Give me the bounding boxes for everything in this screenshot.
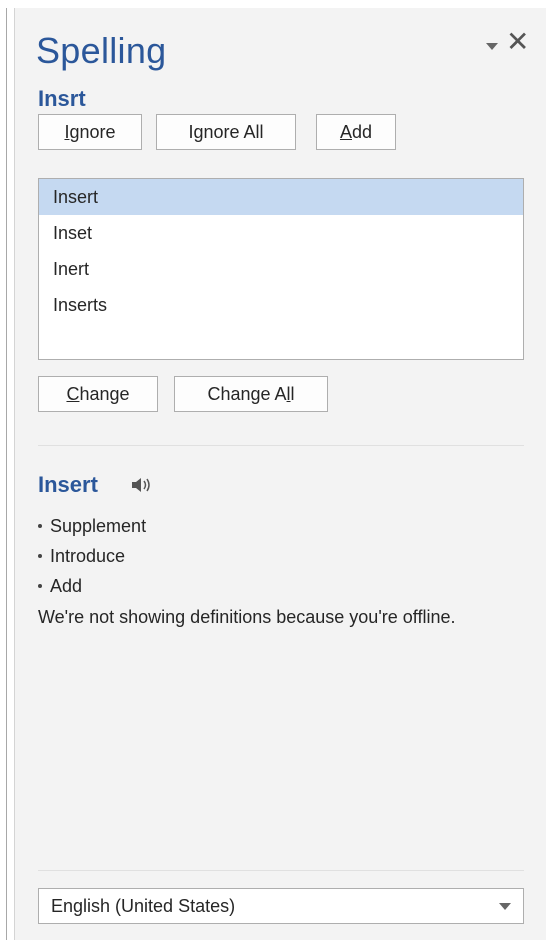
- synonym-item: Introduce: [38, 541, 146, 571]
- ignore-label: gnore: [69, 121, 116, 142]
- synonym-list: Supplement Introduce Add: [38, 511, 146, 601]
- change-accel: C: [66, 383, 80, 404]
- ignore-all-accel: g: [193, 121, 204, 142]
- synonym-text: Introduce: [50, 545, 126, 566]
- bullet-icon: [38, 584, 42, 588]
- change-all-button[interactable]: Change All: [174, 376, 328, 412]
- ignore-all-label: nore All: [203, 121, 264, 142]
- pane-title: Spelling: [36, 30, 167, 71]
- misspelled-word: Insrt: [38, 86, 86, 111]
- section-divider: [38, 870, 524, 871]
- ignore-all-button[interactable]: Ig nore All: [156, 114, 296, 150]
- speaker-icon[interactable]: [130, 475, 156, 495]
- bullet-icon: [38, 524, 42, 528]
- suggestion-item[interactable]: Inert: [39, 251, 523, 287]
- change-all-pre: Change A: [207, 383, 287, 404]
- add-accel: A: [339, 121, 352, 142]
- bullet-icon: [38, 554, 42, 558]
- spelling-pane-content: Spelling ✕ Insrt Ignore Ig nore All Add I…: [14, 8, 546, 940]
- definition-word: Insert: [38, 472, 98, 497]
- ignore-button[interactable]: Ignore: [38, 114, 142, 150]
- suggestion-item[interactable]: Inset: [39, 215, 523, 251]
- chevron-down-icon[interactable]: [484, 38, 500, 54]
- change-label: hange: [79, 383, 130, 404]
- app-window: Spelling ✕ Insrt Ignore Ig nore All Add I…: [0, 0, 546, 940]
- synonym-item: Supplement: [38, 511, 146, 541]
- window-edge: [6, 8, 7, 940]
- add-label: dd: [351, 121, 373, 142]
- suggestion-item[interactable]: Insert: [39, 179, 523, 215]
- change-all-label: l: [290, 383, 295, 404]
- close-icon[interactable]: ✕: [506, 28, 529, 56]
- language-value: English (United States): [51, 895, 236, 916]
- synonym-item: Add: [38, 571, 146, 601]
- suggestion-item[interactable]: Inserts: [39, 287, 523, 323]
- language-select[interactable]: English (United States): [38, 888, 524, 924]
- section-divider: [38, 445, 524, 446]
- chevron-down-icon[interactable]: [499, 903, 511, 910]
- offline-message: We're not showing definitions because yo…: [38, 607, 456, 627]
- suggestions-list[interactable]: Insert Inset Inert Inserts: [38, 178, 524, 360]
- change-button[interactable]: Change: [38, 376, 158, 412]
- synonym-text: Add: [50, 575, 83, 596]
- synonym-text: Supplement: [50, 515, 147, 536]
- add-button[interactable]: Add: [316, 114, 396, 150]
